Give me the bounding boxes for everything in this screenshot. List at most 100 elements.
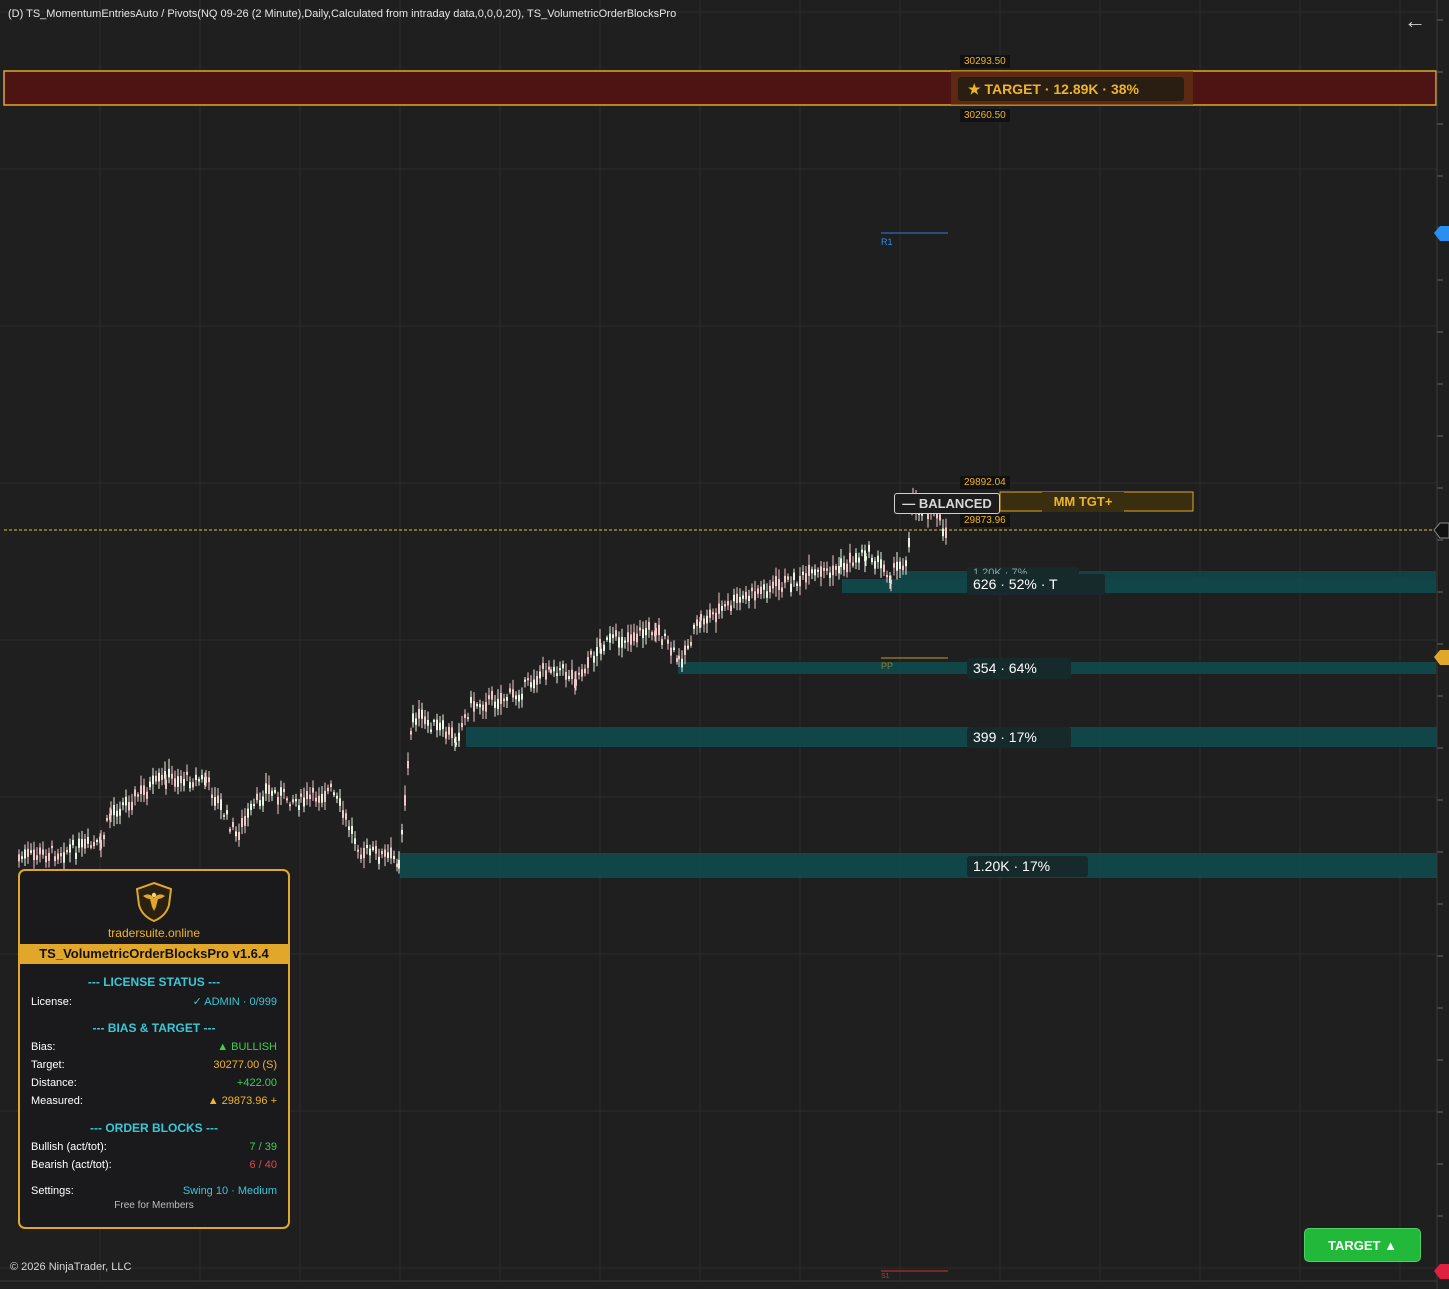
candle [208,770,210,791]
candle [229,826,231,834]
candle [855,548,857,570]
candle [189,776,191,792]
candle [21,851,23,863]
candle [712,608,714,621]
candle [858,552,860,570]
candle [241,809,243,835]
candle [192,778,194,791]
copyright-text: © 2026 NinjaTrader, LLC [10,1261,132,1273]
candle [796,581,798,592]
candle [312,780,314,801]
candle [494,695,496,717]
candle [766,583,768,603]
candle [418,699,420,727]
candle [396,858,398,872]
candle [57,848,59,865]
candle [306,782,308,806]
candle [271,787,273,802]
order-block-label: 354 · 64% [967,658,1071,679]
candle [404,785,406,811]
candle [381,848,383,859]
candle [715,608,717,633]
candle [751,583,753,599]
candle [742,590,744,603]
candle [571,659,573,685]
eagle-shield-icon [135,881,173,923]
candle [559,661,561,676]
candle [415,712,417,732]
measured-value: ▲ 29873.96 + [207,1095,277,1107]
candle [642,621,644,648]
candle [461,715,463,731]
candle [33,841,35,869]
candle [201,769,203,783]
candle [119,801,121,825]
candle [778,569,780,601]
candle [667,635,669,650]
candle [512,679,514,702]
candle [152,767,154,794]
candle [445,726,447,745]
candle [183,771,185,792]
candle [78,832,80,853]
candle [476,702,478,709]
candle [342,800,344,825]
candle [315,791,317,807]
candle [581,664,583,682]
candle [18,849,20,868]
candle [451,720,453,747]
candle [587,651,589,675]
candle [503,693,505,708]
candle [247,802,249,827]
candle [645,620,647,645]
candle [852,556,854,568]
candle [849,543,851,573]
candle [42,841,44,859]
indicator-info-panel: tradersuite.online TS_VolumetricOrderBlo… [18,869,290,1229]
candle [339,788,341,812]
candle [696,615,698,635]
candle [670,641,672,664]
candle [871,554,873,565]
candle [829,566,831,587]
candle [327,784,329,795]
order-block-label: 626 · 52% · T [967,574,1105,595]
candle [840,548,842,575]
candle [63,842,65,872]
candle [748,589,750,609]
indicator-header: (D) TS_MomentumEntriesAuto / Pivots(NQ 0… [8,8,677,20]
candle [36,847,38,865]
bias-section-header: --- BIAS & TARGET --- [92,1021,216,1035]
candle [802,565,804,581]
candle [357,844,359,859]
target-zone-label: ★ TARGET · 12.89K · 38% [958,77,1184,101]
candle [509,683,511,695]
candle [536,670,538,693]
candle [384,844,386,867]
candle [790,576,792,597]
distance-row: Distance: +422.00 [31,1076,277,1090]
candle [393,850,395,864]
candle [826,561,828,575]
candle [186,764,188,782]
candle [808,554,810,585]
candle [861,544,863,557]
candle [223,813,225,820]
candle [348,820,350,838]
candle [113,797,115,827]
candle [893,556,895,576]
candle [330,780,332,792]
candle [562,660,564,676]
candle [636,625,638,648]
candle [880,552,882,578]
candle [226,804,228,820]
candle [721,600,723,619]
candle [584,664,586,677]
target-row: Target: 30277.00 (S) [31,1058,277,1072]
candle [372,841,374,852]
candle [72,834,74,849]
candle [521,687,523,708]
order-block-label: 1.20K · 17% [967,856,1088,877]
target-button[interactable]: TARGET ▲ [1304,1228,1421,1262]
arrow-left-icon[interactable]: ← [1404,10,1426,32]
